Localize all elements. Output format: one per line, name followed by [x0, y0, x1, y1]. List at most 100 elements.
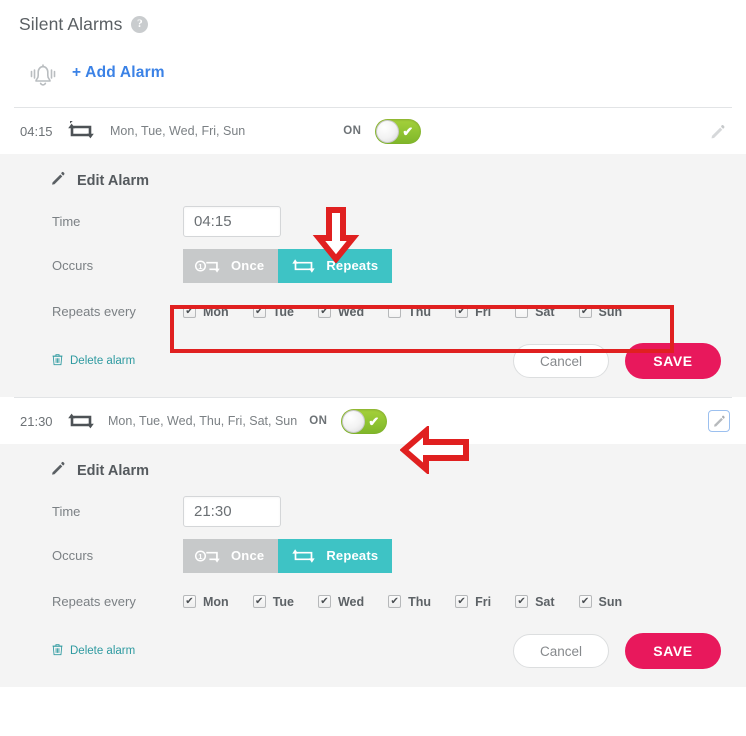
day-checkbox-mon[interactable]: ✔ Mon — [183, 305, 229, 319]
day-label: Sun — [598, 304, 623, 319]
delete-alarm-button[interactable]: Delete alarm — [52, 353, 135, 369]
checkbox-icon: ✔ — [455, 305, 469, 318]
occurs-label: Occurs — [52, 548, 94, 563]
help-icon[interactable]: ? — [131, 16, 149, 33]
occurs-label: Occurs — [52, 258, 94, 273]
cancel-button[interactable]: Cancel — [513, 344, 609, 378]
time-input[interactable] — [183, 496, 281, 527]
day-checkbox-group: ✔ Mon ✔ Tue ✔ Wed Thu ✔ Fri Sat ✔ Sun — [183, 305, 622, 319]
toggle-knob — [342, 409, 366, 433]
day-checkbox-fri[interactable]: ✔ Fri — [455, 305, 491, 319]
add-alarm-label: + Add Alarm — [72, 64, 165, 81]
checkbox-icon: ✔ — [252, 305, 266, 318]
page-title: Silent Alarms — [19, 14, 123, 34]
edit-alarm-header: Edit Alarm — [16, 170, 730, 195]
edit-alarm-icon[interactable] — [704, 118, 730, 144]
cancel-button[interactable]: Cancel — [513, 634, 609, 668]
repeats-icon — [292, 258, 316, 273]
day-label: Mon — [203, 304, 229, 319]
occurs-once-button[interactable]: 1 Once — [183, 538, 279, 573]
toggle-knob — [376, 119, 400, 143]
day-checkbox-sun[interactable]: ✔ Sun — [578, 595, 622, 609]
save-button[interactable]: SAVE — [625, 343, 721, 379]
once-icon: 1 — [195, 549, 220, 563]
time-field-row: Time — [16, 195, 730, 239]
checkbox-icon: ✔ — [317, 595, 331, 608]
occurs-segmented-control: 1 Once Repeats — [183, 248, 393, 283]
occurs-segmented-control: 1 Once Repeats — [183, 538, 393, 573]
day-checkbox-mon[interactable]: ✔ Mon — [183, 595, 229, 609]
alarm-time: 04:15 — [20, 123, 53, 139]
edit-alarm-icon[interactable] — [708, 410, 730, 432]
save-button[interactable]: SAVE — [625, 633, 721, 669]
delete-alarm-button[interactable]: Delete alarm — [52, 643, 135, 659]
repeats-every-label: Repeats every — [52, 304, 136, 319]
day-label: Sat — [535, 304, 555, 319]
svg-text:1: 1 — [198, 262, 203, 271]
edit-actions-row: Delete alarm Cancel SAVE — [16, 327, 730, 379]
delete-alarm-label: Delete alarm — [70, 645, 136, 657]
day-checkbox-tue[interactable]: ✔ Tue — [252, 305, 294, 319]
edit-actions-row: Delete alarm Cancel SAVE — [16, 617, 730, 669]
day-checkbox-wed[interactable]: ✔ Wed — [317, 594, 365, 609]
time-label: Time — [52, 214, 81, 229]
trash-icon — [52, 353, 63, 369]
checkbox-icon — [388, 305, 402, 318]
checkbox-icon: ✔ — [252, 595, 266, 608]
delete-alarm-label: Delete alarm — [70, 355, 136, 367]
day-label: Fri — [475, 594, 492, 609]
edit-button-group: Cancel SAVE — [513, 343, 730, 379]
edit-alarm-title: Edit Alarm — [77, 172, 149, 189]
day-checkbox-fri[interactable]: ✔ Fri — [455, 595, 491, 609]
edit-alarm-panel: Edit Alarm Time Occurs 1 Once — [0, 154, 746, 397]
occurs-repeats-button[interactable]: Repeats — [278, 248, 393, 283]
occurs-field-row: Occurs 1 Once Repeats — [16, 239, 730, 283]
occurs-repeats-label: Repeats — [326, 258, 379, 273]
day-label: Sat — [535, 594, 555, 609]
alarm-summary-row[interactable]: 21:30 Mon, Tue, Wed, Thu, Fri, Sat, Sun … — [0, 398, 746, 444]
add-alarm-button[interactable]: + Add Alarm — [0, 35, 746, 107]
alarm-time: 21:30 — [20, 413, 53, 429]
alarm-summary-row[interactable]: 04:15 Mon, Tue, Wed, Fri, Sun ON ✔ — [0, 108, 746, 154]
edit-button-group: Cancel SAVE — [513, 633, 730, 669]
repeats-every-row: Repeats every ✔ Mon ✔ Tue ✔ Wed Thu ✔ Fr… — [16, 283, 730, 327]
checkbox-icon: ✔ — [455, 595, 469, 608]
alarm-days-summary: Mon, Tue, Wed, Fri, Sun — [110, 124, 246, 138]
alarm-state-label: ON — [343, 125, 362, 137]
day-checkbox-sun[interactable]: ✔ Sun — [578, 304, 623, 319]
alarm-enable-toggle[interactable]: ✔ — [341, 408, 388, 434]
alarm-enable-toggle[interactable]: ✔ — [375, 118, 422, 144]
occurs-once-button[interactable]: 1 Once — [183, 248, 279, 283]
checkbox-icon: ✔ — [515, 595, 529, 608]
day-label: Tue — [272, 594, 294, 609]
alarm-days-summary: Mon, Tue, Wed, Thu, Fri, Sat, Sun — [108, 414, 298, 428]
once-icon: 1 — [195, 259, 220, 273]
time-field-row: Time — [16, 485, 730, 529]
day-checkbox-wed[interactable]: ✔ Wed — [317, 304, 365, 319]
day-checkbox-thu[interactable]: Thu — [388, 305, 431, 319]
day-checkbox-thu[interactable]: ✔ Thu — [388, 595, 431, 609]
occurs-repeats-label: Repeats — [326, 548, 379, 563]
time-label: Time — [52, 504, 81, 519]
repeat-icon — [66, 411, 96, 431]
repeats-every-label: Repeats every — [52, 594, 136, 609]
checkbox-icon: ✔ — [183, 595, 196, 608]
check-icon: ✔ — [368, 413, 380, 429]
occurs-repeats-button[interactable]: Repeats — [278, 538, 393, 573]
day-label: Mon — [203, 594, 229, 609]
edit-alarm-title: Edit Alarm — [77, 462, 149, 479]
day-checkbox-sat[interactable]: Sat — [515, 304, 555, 319]
repeats-icon — [292, 548, 316, 563]
bell-icon — [24, 57, 60, 89]
day-label: Wed — [337, 304, 365, 319]
day-checkbox-sat[interactable]: ✔ Sat — [515, 594, 555, 609]
check-icon: ✔ — [402, 123, 414, 139]
time-input[interactable] — [183, 206, 281, 237]
checkbox-icon — [515, 305, 529, 318]
svg-text:1: 1 — [198, 552, 203, 561]
day-label: Thu — [408, 304, 432, 319]
day-label: Wed — [337, 594, 365, 609]
checkbox-icon: ✔ — [317, 305, 331, 318]
day-checkbox-tue[interactable]: ✔ Tue — [252, 594, 294, 609]
occurs-once-label: Once — [231, 548, 265, 563]
